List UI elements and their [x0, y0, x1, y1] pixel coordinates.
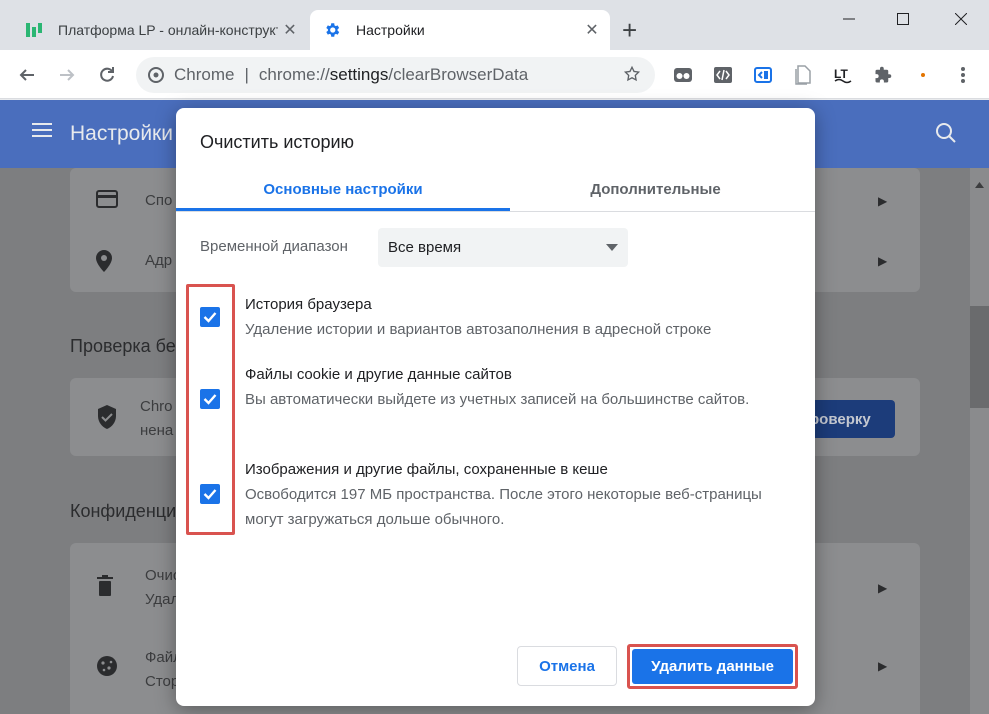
checkbox-cookies[interactable] — [200, 389, 220, 409]
dialog-tabs: Основные настройки Дополнительные — [176, 166, 815, 212]
address-bar[interactable]: Chrome | chrome://settings/clearBrowserD… — [136, 57, 655, 93]
arrow-right-icon: ▶ — [878, 254, 888, 268]
row-label: Адр — [145, 252, 173, 269]
gear-icon — [322, 20, 342, 40]
item-desc-cookies: Вы автоматически выйдете из учетных запи… — [245, 391, 750, 408]
svg-text:LT: LT — [834, 67, 848, 81]
toolbar: Chrome | chrome://settings/clearBrowserD… — [0, 50, 989, 99]
search-icon[interactable] — [935, 122, 957, 149]
cookie-icon — [96, 655, 118, 682]
active-tab-indicator — [176, 208, 510, 211]
more-menu-icon[interactable] — [952, 64, 974, 86]
safety-text-line2: нена — [140, 422, 174, 439]
inspector-icon[interactable] — [752, 64, 774, 86]
tab-title: Настройки — [356, 22, 425, 38]
time-range-value: Все время — [388, 239, 462, 256]
delete-data-button[interactable]: Удалить данные — [632, 649, 793, 684]
url-path: /clearBrowserData — [388, 65, 529, 84]
item-title-cache: Изображения и другие файлы, сохраненные … — [245, 461, 608, 478]
tab-advanced[interactable]: Дополнительные — [496, 166, 815, 212]
time-range-select[interactable]: Все время — [378, 228, 628, 267]
settings-title: Настройки — [70, 122, 173, 145]
checkbox-browsing-history[interactable] — [200, 307, 220, 327]
dialog-title: Очистить историю — [200, 132, 355, 152]
trash-icon — [96, 575, 114, 602]
back-arrow-icon[interactable] — [14, 62, 40, 88]
section-title-privacy: Конфиденци — [70, 501, 177, 521]
close-tab-icon[interactable]: ✕ — [278, 20, 302, 40]
item-title-cookies: Файлы cookie и другие данные сайтов — [245, 366, 512, 383]
scroll-up-arrow-icon[interactable] — [975, 175, 984, 193]
close-window-icon[interactable] — [938, 4, 984, 34]
location-pin-icon — [96, 250, 112, 277]
close-tab-icon[interactable]: ✕ — [580, 20, 604, 40]
new-tab-button[interactable]: + — [622, 16, 637, 44]
url-host: settings — [329, 65, 389, 84]
origin-chip: Chrome — [174, 65, 235, 84]
dropdown-caret-icon — [606, 244, 618, 251]
bookmark-star-icon[interactable] — [623, 65, 641, 88]
lt-icon[interactable]: LT — [832, 64, 854, 86]
checkbox-cache[interactable] — [200, 484, 220, 504]
code-icon[interactable] — [712, 64, 734, 86]
row-sublabel: Стор — [145, 673, 180, 690]
delete-button-highlight-frame: Удалить данные — [627, 644, 798, 689]
arrow-right-icon: ▶ — [878, 659, 888, 673]
hamburger-menu-icon[interactable] — [32, 122, 52, 143]
tab-settings[interactable]: Настройки ✕ — [310, 10, 610, 50]
cancel-button[interactable]: Отмена — [517, 646, 617, 686]
document-icon[interactable] — [792, 64, 814, 86]
scrollbar-track[interactable] — [970, 168, 989, 714]
omnibox-separator: | — [244, 65, 249, 84]
clear-browsing-data-dialog: Очистить историю Основные настройки Допо… — [176, 108, 815, 706]
dot-icon[interactable] — [912, 64, 934, 86]
tab-strip: Платформа LP - онлайн-конструктор ✕ Наст… — [0, 0, 989, 50]
tab-grid-icon[interactable] — [672, 64, 694, 86]
row-sublabel: Удал — [145, 591, 180, 608]
credit-card-icon — [96, 190, 118, 213]
puzzle-icon[interactable] — [872, 64, 894, 86]
item-desc-browsing-history: Удаление истории и вариантов автозаполне… — [245, 321, 712, 338]
tab-basic[interactable]: Основные настройки — [176, 166, 510, 212]
tab-title: Платформа LP - онлайн-конструктор — [58, 22, 278, 38]
maximize-icon[interactable] — [880, 4, 926, 34]
arrow-right-icon: ▶ — [878, 581, 888, 595]
row-label: Спо — [145, 192, 173, 209]
item-title-browsing-history: История браузера — [245, 296, 372, 313]
minimize-icon[interactable] — [826, 4, 872, 34]
safety-text-line1: Chro — [140, 398, 173, 415]
tab-lp-platform[interactable]: Платформа LP - онлайн-конструктор ✕ — [12, 10, 308, 50]
time-range-label: Временной диапазон — [200, 238, 348, 255]
arrow-right-icon: ▶ — [878, 194, 888, 208]
chrome-logo-icon — [148, 67, 164, 83]
url-scheme: chrome:// — [258, 65, 330, 84]
item-desc-cache: Освободится 197 МБ пространства. После э… — [245, 486, 762, 528]
shield-icon — [96, 404, 118, 435]
section-title-safety: Проверка бе — [70, 336, 176, 356]
scrollbar-thumb[interactable] — [970, 306, 989, 408]
reload-icon[interactable] — [94, 62, 120, 88]
lp-favicon-icon — [24, 20, 44, 40]
forward-arrow-icon[interactable] — [54, 62, 80, 88]
